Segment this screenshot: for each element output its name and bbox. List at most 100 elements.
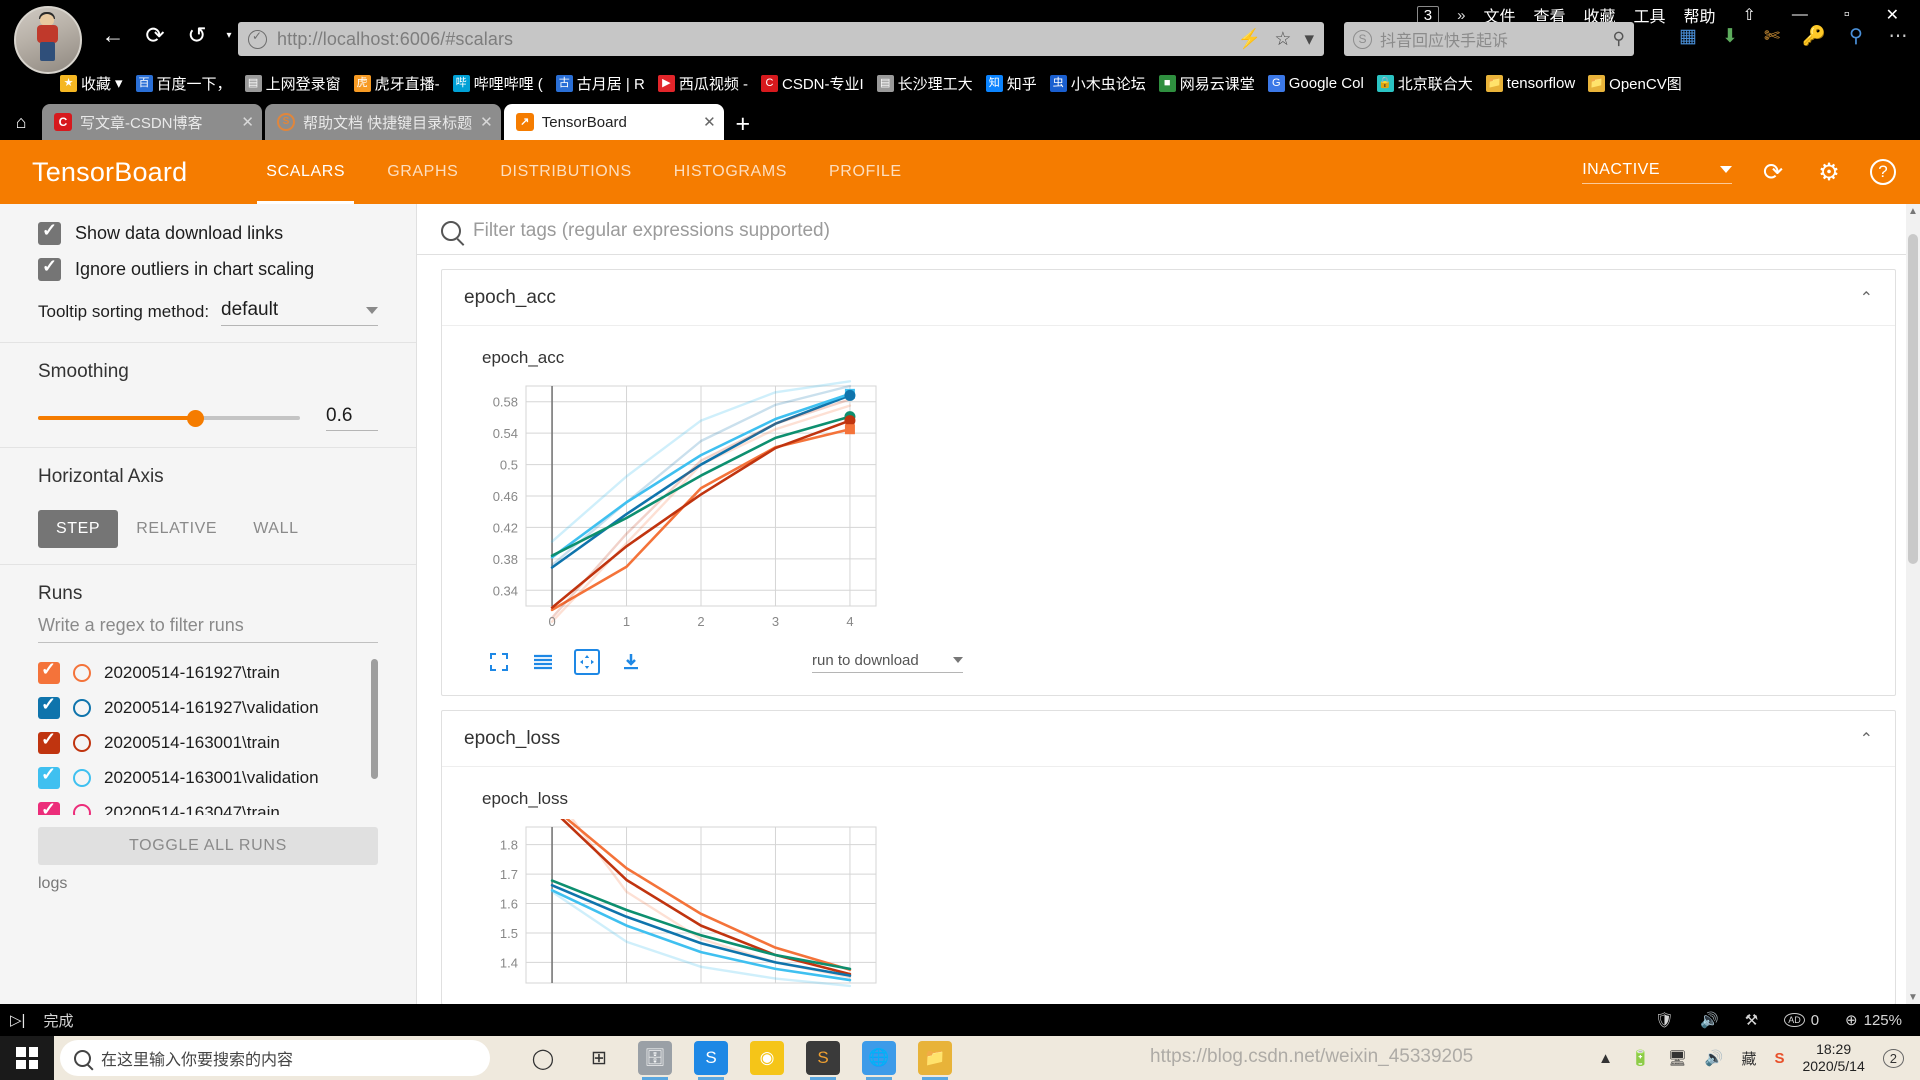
bookmark-item[interactable]: 哔哔哩哔哩 (: [452, 73, 543, 94]
notifications-badge[interactable]: 2: [1882, 1048, 1904, 1068]
browser-tab-0[interactable]: C 写文章-CSDN博客 ✕: [42, 104, 262, 140]
scissors-icon[interactable]: ✄: [1758, 22, 1786, 50]
run-color-circle-icon[interactable]: [73, 663, 91, 682]
tab-close-button[interactable]: ✕: [480, 113, 493, 131]
address-caret-icon[interactable]: ▾: [1304, 28, 1314, 51]
tab-histograms[interactable]: HISTOGRAMS: [653, 140, 808, 204]
bookmark-item[interactable]: ▤ 上网登录窗: [244, 73, 341, 94]
chevron-up-icon[interactable]: ⌃: [1860, 288, 1873, 308]
battery-icon[interactable]: 🔋: [1631, 1049, 1650, 1067]
file-explorer-icon[interactable]: 🗄: [638, 1041, 672, 1080]
tensorboard-logo[interactable]: TensorBoard: [32, 157, 187, 188]
scroll-up-arrow-icon[interactable]: ▲: [1906, 206, 1920, 222]
browser-search-box[interactable]: S 抖音回应快手起诉 ⚲: [1344, 22, 1634, 56]
axis-option-wall[interactable]: WALL: [235, 510, 316, 548]
bookmark-item[interactable]: 📁 tensorflow: [1485, 74, 1575, 92]
run-item[interactable]: 20200514-163001\validation: [38, 760, 378, 795]
taskbar-search-box[interactable]: 在这里输入你要搜索的内容: [60, 1040, 490, 1076]
task-view-icon[interactable]: ⊞: [582, 1041, 616, 1075]
smoothing-slider[interactable]: [38, 409, 300, 427]
run-item[interactable]: 20200514-161927\train: [38, 655, 378, 690]
address-bar[interactable]: http://localhost:6006/#scalars ⚡ ☆ ▾: [238, 22, 1324, 56]
ad-block-status[interactable]: AD 0: [1784, 1012, 1819, 1029]
more-icon[interactable]: ⋯: [1884, 22, 1912, 50]
zoom-level[interactable]: ⊕ 125%: [1845, 1011, 1902, 1030]
scrollbar-thumb[interactable]: [1908, 234, 1918, 564]
chevron-up-icon[interactable]: ▲: [1598, 1050, 1613, 1067]
run-status-select[interactable]: INACTIVE: [1582, 161, 1732, 184]
run-checkbox[interactable]: [38, 764, 60, 789]
axis-option-step[interactable]: STEP: [38, 510, 119, 548]
tab-close-button[interactable]: ✕: [703, 113, 716, 131]
volume-icon[interactable]: 🔊: [1700, 1011, 1719, 1029]
run-color-circle-icon[interactable]: [73, 733, 91, 752]
tag-filter-bar[interactable]: Filter tags (regular expressions support…: [417, 204, 1920, 255]
ime-icon[interactable]: 藏: [1741, 1048, 1756, 1069]
run-checkbox[interactable]: [38, 729, 60, 754]
run-list[interactable]: 20200514-161927\train 20200514-161927\val…: [38, 655, 378, 815]
axis-option-relative[interactable]: RELATIVE: [118, 510, 235, 548]
toggle-all-runs-button[interactable]: TOGGLE ALL RUNS: [38, 827, 378, 865]
tab-scalars[interactable]: SCALARS: [245, 140, 366, 204]
run-item[interactable]: 20200514-163047\train: [38, 795, 378, 815]
taskbar-clock[interactable]: 18:29 2020/5/14: [1802, 1041, 1864, 1076]
lightning-icon[interactable]: ⚡: [1238, 27, 1262, 51]
reload-button[interactable]: ⟳: [142, 22, 168, 48]
sublime-icon[interactable]: S: [806, 1041, 840, 1080]
tooltip-sorting-select[interactable]: default: [221, 299, 378, 326]
speaker-icon[interactable]: 🔊: [1705, 1049, 1724, 1067]
sogou-input-icon[interactable]: S: [1774, 1050, 1784, 1067]
bookmark-caret-icon[interactable]: ▾: [115, 74, 123, 92]
tab-distributions[interactable]: DISTRIBUTIONS: [479, 140, 652, 204]
bookmark-item[interactable]: 🔒 北京联合大: [1376, 73, 1473, 94]
search-icon[interactable]: ⚲: [1613, 29, 1625, 49]
refresh-icon[interactable]: ⟳: [1758, 157, 1788, 187]
new-tab-button[interactable]: +: [727, 108, 759, 140]
cortana-icon[interactable]: ◯: [526, 1041, 560, 1075]
toolbox-icon[interactable]: ⚒: [1745, 1011, 1758, 1029]
chevron-right-icon[interactable]: »: [1457, 7, 1465, 24]
option-show-download-links[interactable]: Show data download links: [38, 220, 378, 245]
globe-icon[interactable]: 🌐: [862, 1041, 896, 1080]
bookmark-item[interactable]: ▶ 西瓜视频 -: [657, 73, 748, 94]
expand-fullscreen-icon[interactable]: [486, 649, 512, 675]
run-checkbox[interactable]: [38, 659, 60, 684]
tab-graphs[interactable]: GRAPHS: [366, 140, 479, 204]
profile-avatar[interactable]: [14, 6, 82, 74]
key-icon[interactable]: 🔑: [1800, 22, 1828, 50]
main-scrollbar[interactable]: ▲ ▼: [1906, 204, 1920, 1010]
browser-tab-2-tensorboard[interactable]: ↗ TensorBoard ✕: [503, 104, 724, 140]
download-csv-icon[interactable]: [618, 649, 644, 675]
download-icon[interactable]: ⬇: [1716, 22, 1744, 50]
fit-domain-icon[interactable]: [574, 649, 600, 675]
shield-icon[interactable]: 🛡: [1655, 1011, 1674, 1029]
chrome-icon[interactable]: ◉: [750, 1041, 784, 1075]
network-icon[interactable]: 🖥: [1668, 1049, 1687, 1067]
run-color-circle-icon[interactable]: [73, 768, 91, 787]
checkbox-ignore-outliers[interactable]: [38, 256, 61, 281]
back-button[interactable]: ←: [100, 22, 126, 48]
browser-icon[interactable]: S: [694, 1041, 728, 1080]
smoothing-value-input[interactable]: 0.6: [326, 405, 378, 431]
bookmark-item[interactable]: 虎虎牙直播-: [353, 73, 440, 94]
start-button[interactable]: [0, 1036, 54, 1080]
bookmark-item[interactable]: 📁 OpenCV图: [1588, 73, 1682, 94]
bookmark-item[interactable]: 百百度一下，: [135, 73, 232, 94]
checkbox-show-download-links[interactable]: [38, 220, 61, 245]
bookmark-item[interactable]: ▤ 长沙理工大: [876, 73, 973, 94]
run-color-circle-icon[interactable]: [73, 698, 91, 717]
toggle-y-axis-icon[interactable]: [530, 649, 556, 675]
media-play-icon[interactable]: ▷|: [0, 1011, 35, 1029]
folder-icon[interactable]: 📁: [918, 1041, 952, 1080]
bookmark-item[interactable]: ★ 收藏 ▾: [60, 73, 123, 94]
settings-gear-icon[interactable]: ⚙: [1814, 157, 1844, 187]
runs-filter-input[interactable]: Write a regex to filter runs: [38, 615, 378, 643]
menu-tools[interactable]: 工具: [1633, 3, 1665, 27]
help-icon[interactable]: ?: [1870, 159, 1896, 185]
tab-close-button[interactable]: ✕: [241, 113, 254, 131]
tab-profile[interactable]: PROFILE: [808, 140, 923, 204]
bookmark-star-icon[interactable]: ☆: [1274, 28, 1291, 51]
chart-svg-epoch-acc[interactable]: 0.34 0.38 0.42 0.46 0.5 0.54 0.58 0 1 2 3 4: [464, 378, 884, 638]
bookmark-item[interactable]: ■ 网易云课堂: [1158, 73, 1255, 94]
chevron-up-icon[interactable]: ⌃: [1860, 729, 1873, 749]
